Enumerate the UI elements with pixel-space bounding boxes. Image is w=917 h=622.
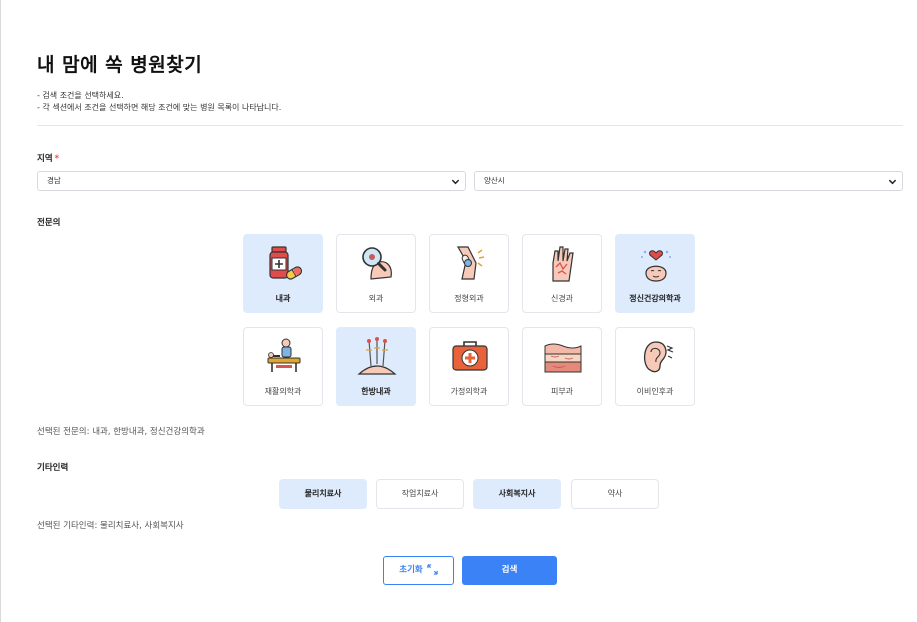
specialty-tile-korean-internal-medicine[interactable]: 한방내과 [336, 327, 416, 406]
region-label: 지역 * [37, 152, 59, 164]
magnifier-skin-icon [362, 247, 392, 280]
specialty-label: 피부과 [550, 387, 574, 396]
first-aid-kit-icon [452, 341, 488, 371]
staff-chip-pharmacist[interactable]: 약사 [571, 479, 659, 509]
hand-nerve-icon [552, 246, 574, 282]
specialty-label: 신경과 [550, 294, 574, 303]
description-line: - 검색 조건을 선택하세요. [37, 91, 124, 100]
skin-layers-icon [544, 343, 582, 373]
specialty-tile-orthopedics[interactable]: 정형외과 [429, 234, 509, 313]
specialty-label: 재활의학과 [264, 387, 302, 396]
specialty-label: 정형외과 [454, 294, 484, 303]
rehab-therapy-icon [267, 338, 301, 372]
specialty-tile-ent[interactable]: 이비인후과 [615, 327, 695, 406]
specialty-tile-dermatology[interactable]: 피부과 [522, 327, 602, 406]
staff-chip-physical-therapist[interactable]: 물리치료사 [279, 479, 367, 509]
province-select[interactable]: 경남 [37, 171, 466, 191]
chevron-down-icon [888, 179, 897, 185]
city-select[interactable]: 양산시 [474, 171, 903, 191]
reset-label: 초기화 [399, 565, 423, 575]
chevron-down-icon [451, 179, 460, 185]
selected-specialty-text: 선택된 전문의: 내과, 한방내과, 정신건강의학과 [37, 427, 205, 437]
specialty-tile-internal-medicine[interactable]: 내과 [243, 234, 323, 313]
selected-staff-text: 선택된 기타인력: 물리치료사, 사회복지사 [37, 521, 184, 531]
required-mark: * [54, 154, 60, 164]
region-label-text: 지역 [37, 154, 53, 164]
specialty-label: 가정의학과 [450, 387, 488, 396]
specialty-label: 이비인후과 [636, 387, 674, 396]
specialty-label: 내과 [275, 294, 291, 303]
specialty-label: 한방내과 [361, 387, 391, 396]
description-line: - 각 섹션에서 조건을 선택하면 해당 조건에 맞는 병원 목록이 나타납니다… [37, 103, 282, 112]
specialty-tile-rehabilitation[interactable]: 재활의학과 [243, 327, 323, 406]
reset-arrows-icon [427, 564, 438, 575]
acupuncture-icon [357, 337, 397, 375]
knee-joint-icon [456, 246, 485, 280]
province-value: 경남 [47, 176, 61, 185]
staff-chip-occupational-therapist[interactable]: 작업치료사 [376, 479, 464, 509]
staff-chip-social-worker[interactable]: 사회복지사 [473, 479, 561, 509]
specialty-tile-family-medicine[interactable]: 가정의학과 [429, 327, 509, 406]
page-title: 내 맘에 쏙 병원찾기 [37, 54, 203, 76]
specialty-label: 정신건강의학과 [629, 294, 681, 303]
specialty-tile-psychiatry[interactable]: 정신건강의학과 [615, 234, 695, 313]
page-description: - 검색 조건을 선택하세요. - 각 섹션에서 조건을 선택하면 해당 조건에… [37, 90, 281, 114]
reset-button[interactable]: 초기화 [383, 556, 454, 585]
specialty-label: 외과 [368, 294, 384, 303]
search-button[interactable]: 검색 [462, 556, 557, 585]
divider [37, 125, 903, 126]
mental-health-icon [641, 250, 671, 282]
city-value: 양산시 [484, 176, 505, 185]
specialty-tile-surgery[interactable]: 외과 [336, 234, 416, 313]
ear-icon [644, 341, 674, 373]
left-border [0, 0, 1, 622]
medicine-bottle-icon [269, 246, 303, 280]
specialty-label: 전문의 [37, 218, 61, 228]
staff-label: 기타인력 [37, 463, 69, 473]
specialty-tile-neurology[interactable]: 신경과 [522, 234, 602, 313]
